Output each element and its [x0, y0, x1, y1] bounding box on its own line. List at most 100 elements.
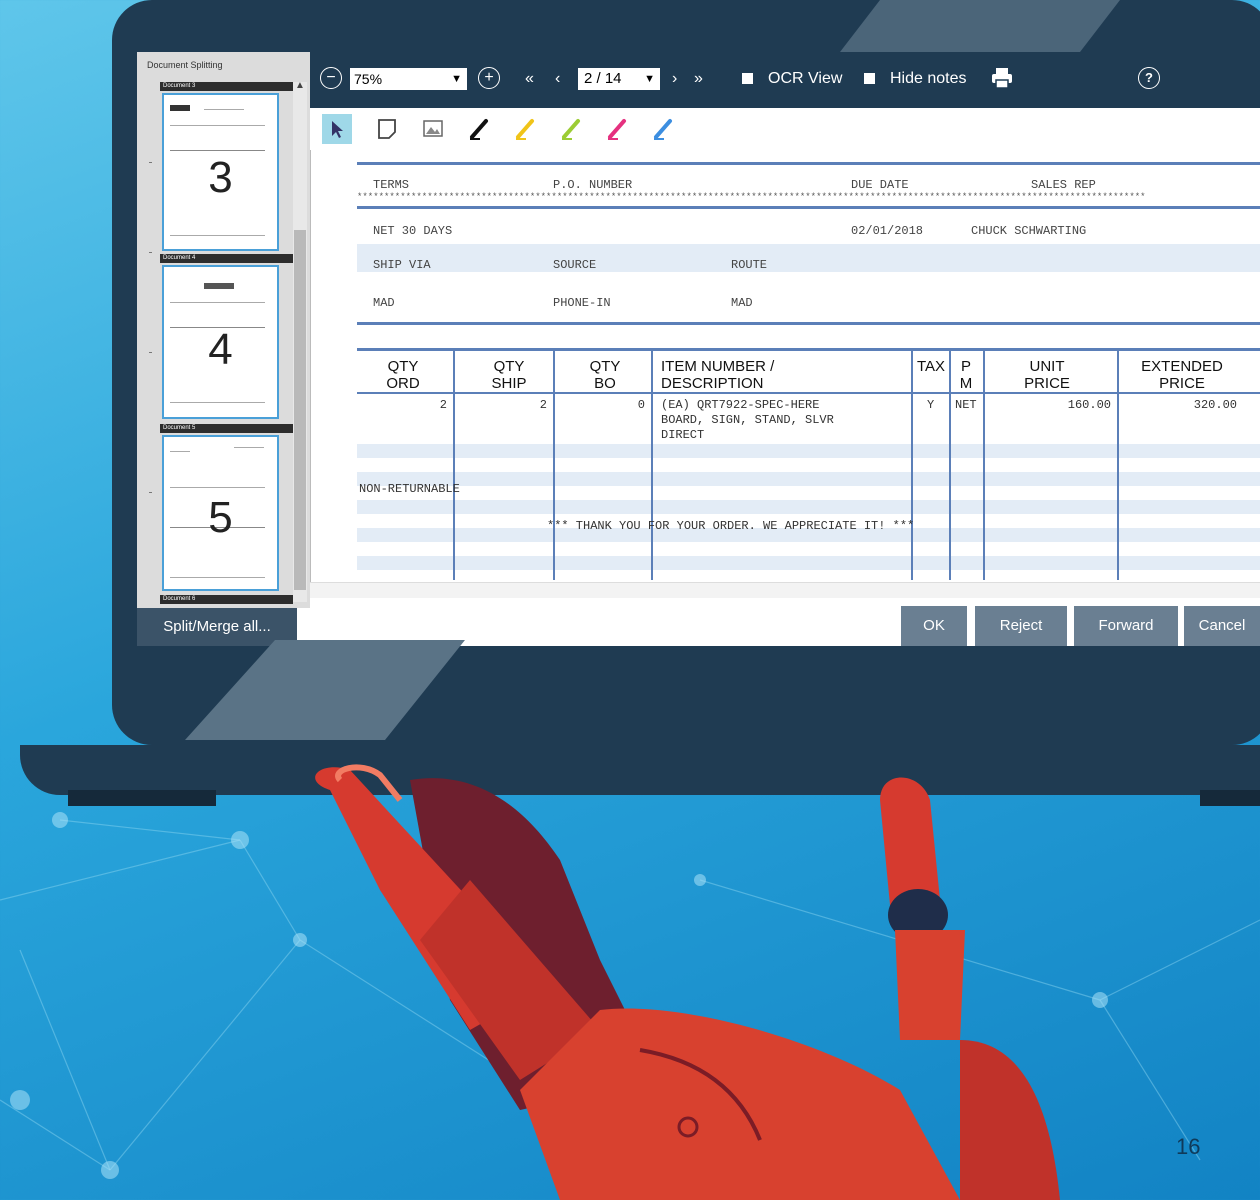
due-date-value: 02/01/2018 — [851, 224, 924, 238]
page-value: 2 / 14 — [584, 70, 622, 87]
table-top-rule — [357, 348, 1260, 351]
cell-pm: NET — [955, 398, 977, 412]
pen-green-icon[interactable] — [560, 117, 582, 141]
row-band — [357, 472, 1260, 486]
first-page-icon[interactable]: « — [525, 70, 534, 88]
annotation-toolbar — [310, 108, 1260, 150]
thank-you-message: *** THANK YOU FOR YOUR ORDER. WE APPRECI… — [547, 519, 915, 533]
cell-tax: Y — [927, 398, 935, 412]
col-rule — [453, 350, 455, 580]
col-rule — [949, 350, 951, 580]
label-po-number: P.O. NUMBER — [553, 178, 633, 192]
label-due-date: DUE DATE — [851, 178, 909, 192]
cell-qty-bo: 0 — [637, 398, 645, 412]
col-pm: PM — [959, 358, 973, 392]
ok-button[interactable]: OK — [901, 606, 967, 646]
col-rule — [911, 350, 913, 580]
horizontal-scrollbar[interactable] — [310, 582, 1260, 599]
pen-yellow-icon[interactable] — [514, 117, 536, 141]
col-extended-price: EXTENDED PRICE — [1141, 358, 1223, 392]
note-non-returnable: NON-RETURNABLE — [359, 482, 460, 496]
pen-pink-icon[interactable] — [606, 117, 628, 141]
sidebar-tick-marks — [149, 162, 152, 493]
col-rule — [1117, 350, 1119, 580]
cell-item-line3: DIRECT — [661, 428, 705, 442]
col-rule — [651, 350, 653, 580]
cell-item-line2: BOARD, SIGN, STAND, SLVR — [661, 413, 834, 427]
next-page-icon[interactable]: › — [672, 70, 677, 88]
reject-button[interactable]: Reject — [975, 606, 1067, 646]
scroll-up-icon[interactable]: ▲ — [295, 80, 305, 91]
document-header-6[interactable]: Document 6 — [160, 595, 293, 604]
label-source: SOURCE — [553, 258, 597, 272]
row-band — [357, 444, 1260, 458]
label-terms: TERMS — [373, 178, 410, 192]
label-sales-rep: SALES REP — [1031, 178, 1096, 192]
document-page: TERMS P.O. NUMBER DUE DATE SALES REP ***… — [357, 152, 1260, 580]
zoom-select[interactable]: 75% ▼ — [350, 68, 467, 90]
sticky-note-icon[interactable] — [376, 117, 398, 141]
prev-page-icon[interactable]: ‹ — [555, 70, 560, 88]
cell-qty-ship: 2 — [539, 398, 547, 412]
page-thumbnail-4[interactable]: 4 — [162, 265, 279, 419]
thumbnail-number: 3 — [208, 153, 233, 202]
source-value: PHONE-IN — [553, 296, 611, 310]
chevron-down-icon: ▼ — [451, 73, 462, 85]
col-rule — [553, 350, 555, 580]
row-band — [357, 244, 1260, 272]
thumbnail-number: 4 — [208, 325, 233, 374]
last-page-icon[interactable]: » — [694, 70, 703, 88]
col-tax: TAX — [916, 358, 946, 375]
pen-blue-icon[interactable] — [652, 117, 674, 141]
select-arrow-icon[interactable] — [322, 114, 352, 144]
label-route: ROUTE — [731, 258, 768, 272]
zoom-value: 75% — [354, 71, 383, 87]
document-splitting-sidebar: Document Splitting Document 3 3 Document… — [137, 52, 311, 608]
page-thumbnail-3[interactable]: 3 — [162, 93, 279, 251]
pen-black-icon[interactable] — [468, 117, 490, 141]
hide-notes-label[interactable]: Hide notes — [890, 70, 967, 88]
cancel-button[interactable]: Cancel — [1184, 606, 1260, 646]
page-thumbnail-5[interactable]: 5 — [162, 435, 279, 591]
col-unit-price: UNIT PRICE — [1024, 358, 1070, 392]
cell-qty-ord: 2 — [439, 398, 447, 412]
document-header-4[interactable]: Document 4 — [160, 254, 293, 263]
laptop-reflection — [185, 640, 465, 740]
label-ship-via: SHIP VIA — [373, 258, 431, 272]
zoom-out-icon[interactable]: − — [320, 67, 342, 89]
col-item: ITEM NUMBER / DESCRIPTION — [661, 358, 775, 392]
page-select[interactable]: 2 / 14 ▼ — [578, 68, 660, 90]
col-rule — [983, 350, 985, 580]
divider — [357, 162, 1260, 165]
row-band — [357, 500, 1260, 514]
ship-via-value: MAD — [373, 296, 395, 310]
viewer-toolbar: − 75% ▼ + « ‹ 2 / 14 ▼ › » OCR View Hide… — [310, 52, 1260, 108]
divider — [357, 322, 1260, 325]
ocr-view-label[interactable]: OCR View — [768, 70, 842, 88]
zoom-in-icon[interactable]: + — [478, 67, 500, 89]
app-window: Document Splitting Document 3 3 Document… — [137, 52, 1260, 646]
sidebar-scroll-thumb[interactable] — [294, 230, 306, 590]
col-qty-ship: QTY SHIP — [491, 358, 527, 392]
document-header-3[interactable]: Document 3 — [160, 82, 293, 91]
sidebar-title: Document Splitting — [147, 60, 223, 70]
col-qty-bo: QTY BO — [589, 358, 621, 392]
table-header-rule — [357, 392, 1260, 394]
cell-extended-price: 320.00 — [1193, 398, 1237, 412]
thumbnail-number: 5 — [208, 493, 233, 542]
image-icon[interactable] — [422, 117, 444, 141]
col-qty-ord: QTY ORD — [386, 358, 420, 392]
print-icon[interactable] — [990, 66, 1014, 90]
robot-hand-illustration — [315, 764, 1060, 1200]
sales-rep-value: CHUCK SCHWARTING — [971, 224, 1087, 238]
terms-value: NET 30 DAYS — [373, 224, 453, 238]
ocr-view-checkbox[interactable] — [742, 73, 753, 84]
help-icon[interactable]: ? — [1138, 67, 1160, 89]
laptop-reflection — [840, 0, 1120, 52]
forward-button[interactable]: Forward — [1074, 606, 1178, 646]
document-header-5[interactable]: Document 5 — [160, 424, 293, 433]
asterisk-rule: ****************************************… — [357, 192, 1146, 202]
cell-item-line1: (EA) QRT7922-SPEC-HERE — [661, 398, 820, 412]
row-band — [357, 556, 1260, 570]
hide-notes-checkbox[interactable] — [864, 73, 875, 84]
